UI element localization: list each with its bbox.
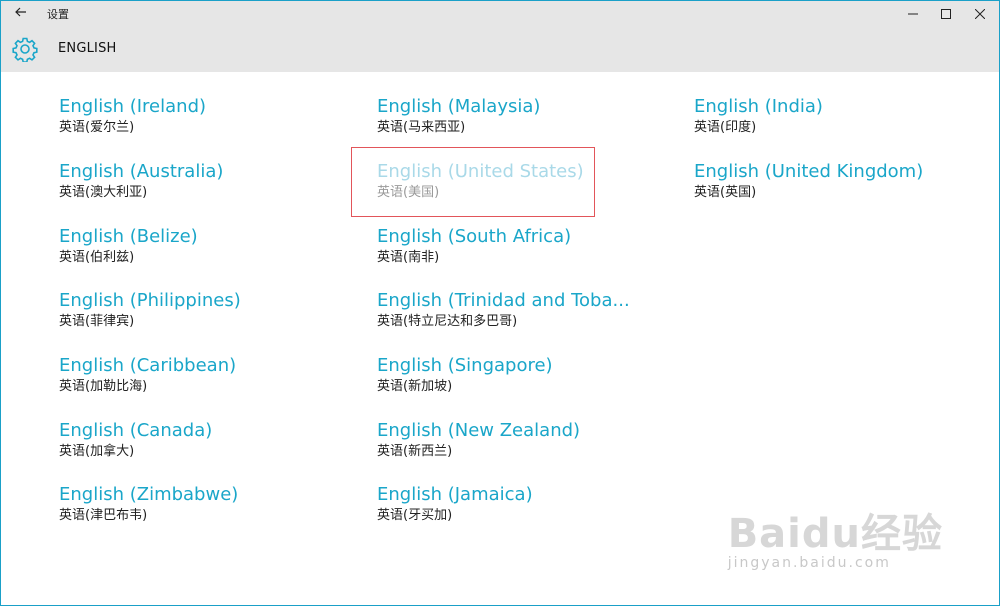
language-item[interactable]: English (Australia) 英语(澳大利亚) <box>59 161 359 201</box>
language-name: English (India) <box>694 96 823 117</box>
close-icon <box>974 4 986 23</box>
language-native-name: 英语(伯利兹) <box>59 250 135 265</box>
language-item[interactable]: English (Singapore) 英语(新加坡) <box>377 355 677 395</box>
language-native-name: 英语(印度) <box>694 120 757 135</box>
maximize-icon <box>941 4 951 23</box>
language-name: English (New Zealand) <box>377 420 581 441</box>
watermark: Baidu经验 jingyan.baidu.com <box>728 501 943 571</box>
back-arrow-icon <box>15 5 27 21</box>
close-button[interactable] <box>961 1 999 25</box>
language-native-name: 英语(加拿大) <box>59 444 135 459</box>
language-native-name: 英语(南非) <box>377 250 440 265</box>
language-native-name: 英语(澳大利亚) <box>59 185 148 200</box>
language-native-name: 英语(新加坡) <box>377 379 453 394</box>
language-name: English (Canada) <box>59 420 213 441</box>
language-name: English (Malaysia) <box>377 96 541 117</box>
language-item[interactable]: English (Malaysia) 英语(马来西亚) <box>377 96 677 136</box>
language-item[interactable]: English (Jamaica) 英语(牙买加) <box>377 484 677 524</box>
back-button[interactable] <box>7 1 35 25</box>
language-item[interactable]: English (South Africa) 英语(南非) <box>377 226 677 266</box>
language-name: English (Ireland) <box>59 96 207 117</box>
language-native-name: 英语(牙买加) <box>377 508 453 523</box>
page-header: ENGLISH <box>1 25 999 72</box>
language-item[interactable]: English (Zimbabwe) 英语(津巴布韦) <box>59 484 359 524</box>
language-name: English (Singapore) <box>377 355 553 376</box>
language-item[interactable]: English (India) 英语(印度) <box>694 96 994 136</box>
language-name: English (Jamaica) <box>377 484 533 505</box>
language-name: English (United Kingdom) <box>694 161 924 182</box>
settings-window: 设置 ENGLISH English (Ireland) 英语(爱尔兰) Eng… <box>0 0 1000 606</box>
highlight-box <box>351 147 595 217</box>
minimize-icon <box>908 4 918 23</box>
language-name: English (Belize) <box>59 226 198 247</box>
language-item[interactable]: English (Trinidad and Toba... 英语(特立尼达和多巴… <box>377 290 677 330</box>
language-native-name: 英语(津巴布韦) <box>59 508 148 523</box>
watermark-logo: Baidu经验 <box>727 511 943 557</box>
language-name: English (Trinidad and Toba... <box>377 290 630 311</box>
page-title: ENGLISH <box>58 41 117 56</box>
language-native-name: 英语(爱尔兰) <box>59 120 135 135</box>
language-item[interactable]: English (Philippines) 英语(菲律宾) <box>59 290 359 330</box>
language-native-name: 英语(英国) <box>694 185 757 200</box>
language-native-name: 英语(马来西亚) <box>377 120 466 135</box>
gear-icon <box>12 36 38 63</box>
language-native-name: 英语(新西兰) <box>377 444 453 459</box>
language-name: English (Zimbabwe) <box>59 484 239 505</box>
language-name: English (Caribbean) <box>59 355 237 376</box>
language-item[interactable]: English (New Zealand) 英语(新西兰) <box>377 420 677 460</box>
title-bar: 设置 <box>1 1 999 25</box>
language-native-name: 英语(特立尼达和多巴哥) <box>377 314 518 329</box>
language-native-name: 英语(菲律宾) <box>59 314 135 329</box>
language-item[interactable]: English (Belize) 英语(伯利兹) <box>59 226 359 266</box>
language-item[interactable]: English (Caribbean) 英语(加勒比海) <box>59 355 359 395</box>
maximize-button[interactable] <box>927 1 965 25</box>
language-native-name: 英语(加勒比海) <box>59 379 148 394</box>
window-title: 设置 <box>47 8 69 21</box>
language-name: English (Australia) <box>59 161 224 182</box>
language-name: English (Philippines) <box>59 290 241 311</box>
language-item[interactable]: English (Canada) 英语(加拿大) <box>59 420 359 460</box>
language-name: English (South Africa) <box>377 226 572 247</box>
language-item[interactable]: English (Ireland) 英语(爱尔兰) <box>59 96 359 136</box>
language-item[interactable]: English (United Kingdom) 英语(英国) <box>694 161 994 201</box>
